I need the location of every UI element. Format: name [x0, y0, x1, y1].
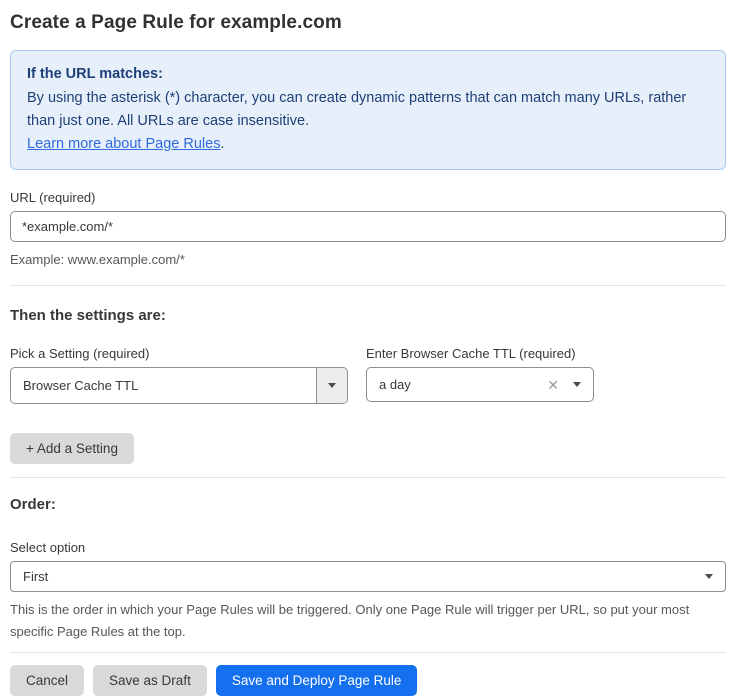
pick-setting-value: Browser Cache TTL [11, 368, 316, 403]
order-select[interactable]: First [10, 561, 726, 592]
divider [10, 477, 726, 478]
info-box-body: By using the asterisk (*) character, you… [27, 87, 709, 133]
pick-setting-label: Pick a Setting (required) [10, 346, 348, 361]
info-box-link-line: Learn more about Page Rules. [27, 133, 709, 156]
add-setting-button[interactable]: + Add a Setting [10, 433, 134, 464]
url-matches-info-box: If the URL matches: By using the asteris… [10, 50, 726, 170]
chevron-down-icon [328, 383, 336, 388]
ttl-value: a day [379, 377, 547, 392]
footer-button-row: Cancel Save as Draft Save and Deploy Pag… [10, 665, 726, 696]
pick-setting-column: Pick a Setting (required) Browser Cache … [10, 346, 348, 404]
order-select-label: Select option [10, 540, 726, 555]
info-box-heading: If the URL matches: [27, 63, 709, 86]
save-as-draft-button[interactable]: Save as Draft [93, 665, 207, 696]
page-title: Create a Page Rule for example.com [10, 12, 726, 34]
settings-row: Pick a Setting (required) Browser Cache … [10, 346, 726, 404]
settings-section-heading: Then the settings are: [10, 307, 726, 324]
order-select-value: First [23, 569, 705, 584]
save-and-deploy-button[interactable]: Save and Deploy Page Rule [216, 665, 418, 696]
ttl-column: Enter Browser Cache TTL (required) a day [366, 346, 594, 404]
order-section-heading: Order: [10, 496, 726, 513]
url-input[interactable] [10, 211, 726, 242]
divider [10, 652, 726, 653]
pick-setting-select[interactable]: Browser Cache TTL [10, 367, 348, 404]
pick-setting-caret-button[interactable] [316, 368, 347, 403]
url-field-label: URL (required) [10, 190, 726, 205]
ttl-label: Enter Browser Cache TTL (required) [366, 346, 594, 361]
clear-icon[interactable] [547, 378, 559, 392]
cancel-button[interactable]: Cancel [10, 665, 84, 696]
chevron-down-icon [705, 574, 713, 579]
order-helper-text: This is the order in which your Page Rul… [10, 599, 726, 643]
learn-more-link[interactable]: Learn more about Page Rules [27, 136, 220, 152]
url-helper-text: Example: www.example.com/* [10, 249, 726, 271]
chevron-down-icon [573, 382, 581, 387]
link-suffix: . [220, 136, 224, 152]
ttl-select[interactable]: a day [366, 367, 594, 402]
divider [10, 285, 726, 286]
